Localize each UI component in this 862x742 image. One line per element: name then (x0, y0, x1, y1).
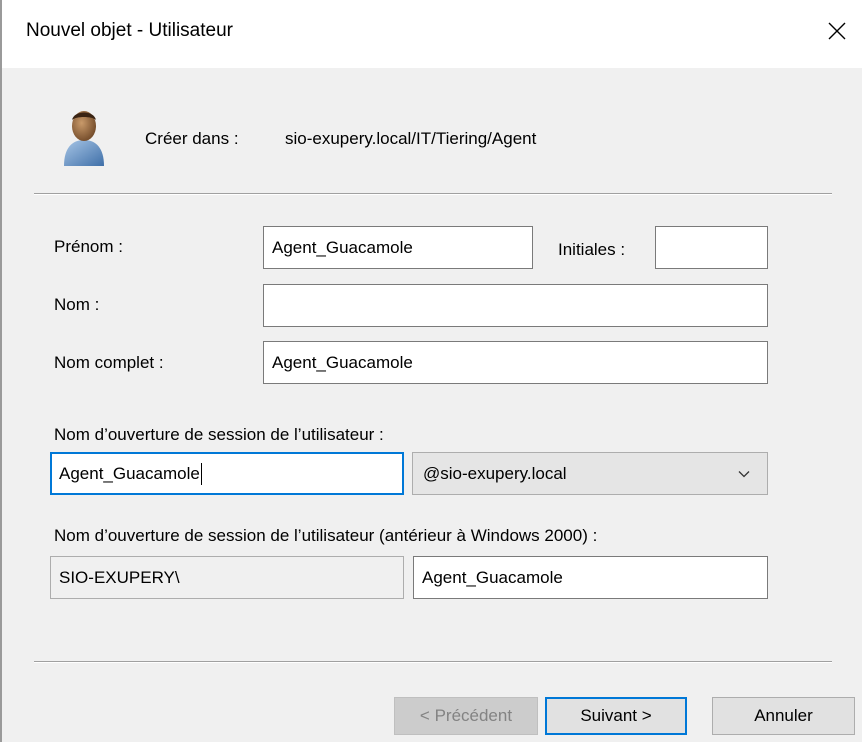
close-button[interactable] (812, 6, 862, 56)
domain-select[interactable]: @sio-exupery.local (412, 452, 768, 495)
pre2000-logon-value: Agent_Guacamole (422, 567, 563, 587)
first-name-label: Prénom : (54, 237, 123, 256)
full-name-label: Nom complet : (54, 353, 164, 372)
next-button[interactable]: Suivant > (545, 697, 687, 735)
create-in-path: sio-exupery.local/IT/Tiering/Agent (285, 129, 537, 148)
text-caret (200, 462, 202, 485)
title-bar: Nouvel objet - Utilisateur (2, 0, 862, 68)
window-title: Nouvel objet - Utilisateur (26, 20, 233, 41)
header-separator (34, 193, 832, 195)
initials-field[interactable] (655, 226, 768, 269)
logon-name-value: Agent_Guacamole (59, 463, 200, 483)
pre2000-logon-label: Nom d’ouverture de session de l’utilisat… (54, 526, 598, 545)
footer-separator (34, 661, 832, 663)
last-name-label: Nom : (54, 295, 100, 314)
cancel-button-label: Annuler (754, 706, 813, 725)
previous-button-label: < Précédent (419, 706, 513, 725)
pre2000-domain-field: SIO-EXUPERY\ (50, 556, 404, 599)
user-icon (64, 111, 104, 166)
last-name-field[interactable] (263, 284, 768, 327)
domain-select-value: @sio-exupery.local (423, 463, 567, 483)
first-name-field[interactable]: Agent_Guacamole (263, 226, 533, 269)
cancel-button[interactable]: Annuler (712, 697, 855, 735)
close-icon (828, 22, 846, 40)
logon-name-label: Nom d’ouverture de session de l’utilisat… (54, 425, 384, 444)
pre2000-domain-value: SIO-EXUPERY\ (59, 567, 180, 587)
logon-name-field[interactable]: Agent_Guacamole (50, 452, 404, 495)
full-name-field[interactable]: Agent_Guacamole (263, 341, 768, 384)
next-button-label: Suivant > (580, 706, 652, 725)
create-in-label: Créer dans : (145, 129, 239, 148)
first-name-value: Agent_Guacamole (272, 237, 413, 257)
initials-label: Initiales : (558, 240, 626, 259)
chevron-down-icon (738, 471, 750, 478)
pre2000-logon-field[interactable]: Agent_Guacamole (413, 556, 768, 599)
previous-button[interactable]: < Précédent (394, 697, 538, 735)
full-name-value: Agent_Guacamole (272, 352, 413, 372)
window-left-border (0, 0, 2, 742)
